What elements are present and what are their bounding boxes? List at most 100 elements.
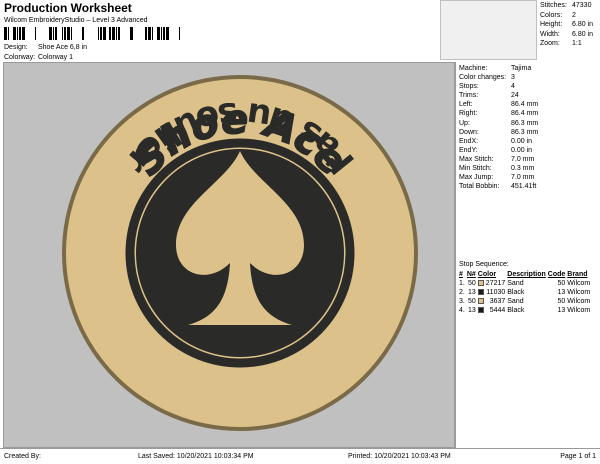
param-label: Machine: (459, 65, 488, 72)
stat-row: Colors: 2 (540, 11, 593, 21)
param-row: EndY: 0.00 in (459, 146, 538, 155)
stat-label: Stitches: (540, 2, 567, 9)
design-thumbnail (440, 0, 537, 60)
color-code: 13 (557, 289, 566, 296)
param-label: EndY: (459, 146, 478, 154)
stat-row: Height: 6.80 in (540, 20, 593, 30)
table-row: 1. 50 27217 Sand 50 Wilcom (459, 279, 592, 288)
param-value: 86.3 mm (511, 119, 539, 127)
stop-sequence-table: # N# Color Description Code Brand 1. 50 27217 Sa… (459, 270, 592, 315)
color-swatch (477, 280, 484, 287)
param-row: Left: 86.4 mm (459, 100, 538, 109)
param-value: 0.00 in (511, 146, 533, 154)
param-value: 86.4 mm (511, 101, 539, 109)
stitch-count: 3637 (489, 298, 506, 305)
color-swatch-cell (477, 288, 486, 297)
created-by: Created By: (4, 453, 41, 460)
param-row: Down: 86.3 mm (459, 128, 538, 137)
design-info: Design: Shoe Ace 6,8 in Colorway: Colorw… (4, 43, 87, 63)
color-swatch-cell (477, 306, 486, 315)
machine-params: Machine: Tajima Color changes: 3 Stops: 4 Trim… (459, 64, 538, 191)
color-description: Sand (507, 298, 524, 305)
color-swatch (477, 298, 484, 305)
param-value: 24 (511, 92, 519, 100)
thread-brand: Wilcom (567, 280, 591, 287)
thread-brand: Wilcom (567, 289, 591, 296)
param-value: 0.00 in (511, 137, 533, 145)
needle-number: 13 (468, 307, 476, 314)
param-label: Trims: (459, 92, 479, 100)
stat-value: 2 (572, 11, 576, 19)
color-swatch (477, 289, 484, 296)
color-description: Sand (507, 280, 524, 287)
color-swatch-cell (477, 279, 486, 288)
param-value: 86.4 mm (511, 110, 539, 118)
param-label: Left: (459, 101, 473, 109)
color-swatch-cell (477, 297, 486, 306)
param-row: Right: 86.4 mm (459, 109, 538, 118)
column-header: Brand (567, 271, 588, 278)
param-row: Stops: 4 (459, 82, 538, 91)
worksheet-footer: Created By: Last Saved: 10/20/2021 10:03… (0, 448, 600, 464)
stop-number: 3. (459, 298, 465, 305)
param-label: Max Jump: (459, 174, 494, 182)
column-header: Description (507, 271, 546, 278)
stop-number: 2. (459, 289, 465, 296)
param-value: 4 (511, 83, 515, 91)
stat-label: Zoom: (540, 40, 560, 48)
stat-label: Height: (540, 21, 563, 29)
stop-sequence-title: Stop Sequence: (459, 261, 509, 268)
param-label: Down: (459, 128, 479, 136)
barcode (4, 27, 180, 40)
column-header: N# (466, 271, 476, 278)
color-code: 13 (557, 307, 566, 314)
param-label: Right: (459, 110, 478, 118)
needle-number: 50 (468, 280, 476, 287)
stat-value: 1:1 (572, 40, 582, 48)
param-label: Max Stitch: (459, 155, 494, 163)
patch-artwork: Shoe Ace l'as du soulier (62, 75, 418, 431)
table-row: 2. 13 11030 Black 13 Wilcom (459, 288, 592, 297)
color-code: 50 (557, 280, 566, 287)
stat-label: Colors: (540, 11, 563, 19)
page-number: Page 1 of 1 (560, 453, 596, 460)
color-swatch (477, 307, 484, 314)
color-description: Black (507, 307, 525, 314)
stitch-count: 27217 (485, 280, 506, 287)
table-row: 3. 50 3637 Sand 50 Wilcom (459, 297, 592, 306)
thread-brand: Wilcom (567, 307, 591, 314)
param-label: Stops: (459, 83, 479, 91)
stat-value: 47330 (572, 2, 592, 9)
stat-value: 6.80 in (572, 30, 594, 38)
param-value: 451.41ft (511, 183, 537, 191)
param-label: EndX: (459, 137, 479, 145)
color-description: Black (507, 289, 525, 296)
stat-value: 6.80 in (572, 21, 594, 29)
needle-number: 13 (468, 289, 476, 296)
param-row: Up: 86.3 mm (459, 119, 538, 128)
param-row: Min Stitch: 0.3 mm (459, 164, 538, 173)
param-label: Total Bobbin: (459, 183, 500, 191)
stop-number: 1. (459, 280, 465, 287)
worksheet-header: Production Worksheet Wilcom EmbroiderySt… (0, 0, 600, 62)
param-value: 7.0 mm (511, 174, 535, 182)
worksheet-title: Production Worksheet (4, 1, 132, 15)
param-row: Max Jump: 7.0 mm (459, 173, 538, 182)
param-value: 7.0 mm (511, 155, 535, 163)
info-panel: Machine: Tajima Color changes: 3 Stops: 4 Trim… (455, 62, 600, 448)
stat-row: Zoom: 1:1 (540, 39, 593, 49)
param-row: Color changes: 3 (459, 73, 538, 82)
stitch-count: 11030 (486, 289, 506, 296)
column-header: # (459, 271, 463, 278)
table-row: 4. 13 5444 Black 13 Wilcom (459, 306, 592, 315)
stat-label: Width: (540, 30, 560, 38)
param-row: Max Stitch: 7.0 mm (459, 155, 538, 164)
column-header: Code (547, 271, 566, 278)
design-label: Design: (4, 44, 28, 51)
param-row: EndX: 0.00 in (459, 137, 538, 146)
param-row: Machine: Tajima (459, 64, 538, 73)
stat-row: Width: 6.80 in (540, 30, 593, 40)
column-header: Color (477, 271, 497, 278)
stats-panel: Stitches: 47330 Colors: 2 Height: 6.80 in Widt… (540, 1, 593, 49)
design-value: Shoe Ace 6,8 in (38, 44, 88, 51)
